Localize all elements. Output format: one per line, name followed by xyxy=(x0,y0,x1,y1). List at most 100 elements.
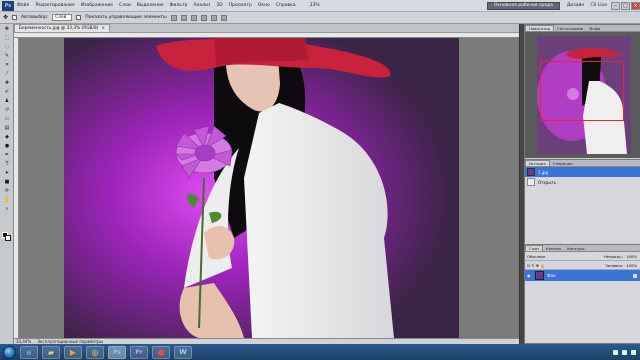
taskbar-chrome[interactable]: ◎ xyxy=(86,345,104,359)
tray-icon-volume[interactable] xyxy=(622,349,627,355)
system-tray xyxy=(613,349,636,355)
close-icon[interactable]: × xyxy=(631,1,640,10)
layers-tabs: Слои Каналы Контуры xyxy=(525,245,640,252)
quick-select-tool-icon[interactable]: ✎ xyxy=(2,52,12,60)
folder-icon: ▰ xyxy=(47,347,55,357)
type-tool-icon[interactable]: T xyxy=(2,160,12,168)
move-tool-icon[interactable]: ✥ xyxy=(3,14,8,21)
tab-info[interactable]: Инфо xyxy=(586,25,603,31)
windows-taskbar: e ▰ ▶ ◎ Ps Pr ● W xyxy=(0,344,640,360)
marquee-tool-icon[interactable]: ⬚ xyxy=(2,34,12,42)
zoom-tool-icon[interactable]: ⌕ xyxy=(2,205,12,213)
menu-filter[interactable]: Фильтр xyxy=(167,3,191,8)
crop-tool-icon[interactable]: ⌗ xyxy=(2,61,12,69)
minimize-icon[interactable]: – xyxy=(611,1,620,10)
eraser-tool-icon[interactable]: ▭ xyxy=(2,115,12,123)
taskbar-internet-explorer[interactable]: e xyxy=(20,345,38,359)
menu-layers[interactable]: Слои xyxy=(116,3,134,8)
lock-icons[interactable]: ⊡ ✎ ✥ 🔒 xyxy=(527,263,545,268)
maximize-icon[interactable]: □ xyxy=(621,1,630,10)
layer-row[interactable]: ◉ Фон xyxy=(525,270,640,281)
taskbar-photoshop[interactable]: Ps xyxy=(108,345,126,359)
eye-icon[interactable]: ◉ xyxy=(527,273,532,278)
taskbar-explorer[interactable]: ▰ xyxy=(42,345,60,359)
move-tool-icon[interactable]: ✥ xyxy=(2,25,12,33)
canvas-area[interactable] xyxy=(19,38,519,338)
internet-explorer-icon: e xyxy=(26,347,32,357)
blur-tool-icon[interactable]: ◆ xyxy=(2,133,12,141)
history-state[interactable]: Открыть xyxy=(525,177,640,187)
3d-rotate-tool-icon[interactable]: ⟳ xyxy=(2,187,12,195)
menu-file[interactable]: Файл xyxy=(14,3,32,8)
align-top-icon[interactable] xyxy=(170,14,177,21)
workspace-button[interactable]: Основная рабочая среда xyxy=(487,1,560,10)
fill-row: ⊡ ✎ ✥ 🔒 Заливка: 100% xyxy=(525,261,640,270)
fill-label: Заливка: xyxy=(605,262,624,268)
clone-stamp-tool-icon[interactable]: ♟ xyxy=(2,97,12,105)
taskbar-red-app[interactable]: ● xyxy=(152,345,170,359)
zoom-level-menu[interactable]: 33% xyxy=(307,3,323,8)
taskbar-word[interactable]: W xyxy=(174,345,192,359)
background-color-swatch[interactable] xyxy=(5,235,11,241)
navigator-tabs: Навигатор Гистограмма Инфо xyxy=(525,25,640,32)
eyedropper-tool-icon[interactable]: ⁄ xyxy=(2,70,12,78)
start-button[interactable] xyxy=(3,345,16,359)
menu-view[interactable]: Просмотр xyxy=(226,3,255,8)
tab-navigator[interactable]: Навигатор xyxy=(525,25,555,31)
media-player-icon: ▶ xyxy=(69,347,77,357)
navigator-view-box[interactable] xyxy=(540,61,624,121)
blend-mode-dropdown[interactable]: Обычные xyxy=(527,254,545,259)
document-tab[interactable]: Беременность.jpg @ 33,3% (RGB/8) × xyxy=(14,24,110,32)
tab-paths[interactable]: Контуры xyxy=(564,245,587,251)
cs-live-link[interactable]: CS Live xyxy=(590,3,607,8)
document-tab-title: Беременность.jpg @ 33,3% (RGB/8) xyxy=(19,26,99,31)
path-select-tool-icon[interactable]: ➤ xyxy=(2,169,12,177)
align-left-icon[interactable] xyxy=(200,14,207,21)
chrome-icon: ◎ xyxy=(91,347,99,357)
history-brush-tool-icon[interactable]: ↺ xyxy=(2,106,12,114)
align-center-icon[interactable] xyxy=(210,14,217,21)
history-snapshot[interactable]: 1.jpg xyxy=(525,167,640,177)
navigator-thumbnail[interactable] xyxy=(537,36,631,154)
tab-history[interactable]: История xyxy=(525,160,550,166)
align-middle-icon[interactable] xyxy=(180,14,187,21)
align-right-icon[interactable] xyxy=(220,14,227,21)
hand-tool-icon[interactable]: ✋ xyxy=(2,196,12,204)
brush-tool-icon[interactable]: ✐ xyxy=(2,88,12,96)
gradient-tool-icon[interactable]: ▤ xyxy=(2,124,12,132)
pen-tool-icon[interactable]: ✒ xyxy=(2,151,12,159)
tray-icon-network[interactable] xyxy=(613,349,618,355)
right-panel-dock: Навигатор Гистограмма Инфо 33,44% ▴ xyxy=(519,24,640,344)
lasso-tool-icon[interactable]: ◌ xyxy=(2,43,12,51)
menu-window[interactable]: Окно xyxy=(255,3,273,8)
taskbar-premiere[interactable]: Pr xyxy=(130,345,148,359)
history-snapshot-label: 1.jpg xyxy=(538,169,549,175)
navigator-preview xyxy=(525,32,640,158)
menu-edit[interactable]: Редактирование xyxy=(32,3,77,8)
auto-select-checkbox[interactable] xyxy=(12,15,18,20)
healing-brush-tool-icon[interactable]: ✚ xyxy=(2,79,12,87)
shape-tool-icon[interactable]: ■ xyxy=(2,178,12,186)
close-tab-icon[interactable]: × xyxy=(101,26,105,31)
fill-value[interactable]: 100% xyxy=(626,263,637,268)
document-tab-bar: Беременность.jpg @ 33,3% (RGB/8) × xyxy=(14,24,519,33)
menu-analysis[interactable]: Анализ xyxy=(190,3,213,8)
tab-channels[interactable]: Каналы xyxy=(543,245,564,251)
menu-select[interactable]: Выделение xyxy=(134,3,167,8)
menu-3d[interactable]: 3D xyxy=(213,3,225,8)
tray-icon-flag[interactable] xyxy=(631,349,636,355)
dodge-tool-icon[interactable]: ● xyxy=(2,142,12,150)
menu-help[interactable]: Справка xyxy=(273,3,299,8)
auto-select-dropdown[interactable]: Слой xyxy=(52,14,73,21)
tab-actions[interactable]: Операции xyxy=(550,160,576,166)
opacity-value[interactable]: 100% xyxy=(626,254,637,259)
design-workspace-link[interactable]: Дизайн xyxy=(567,3,584,8)
document-photo xyxy=(64,38,459,338)
show-controls-checkbox[interactable] xyxy=(76,15,82,20)
tab-layers[interactable]: Слои xyxy=(525,245,543,251)
align-bottom-icon[interactable] xyxy=(190,14,197,21)
tab-histogram[interactable]: Гистограмма xyxy=(554,25,586,31)
layer-name: Фон xyxy=(547,273,556,278)
taskbar-media-player[interactable]: ▶ xyxy=(64,345,82,359)
menu-image[interactable]: Изображение xyxy=(78,3,116,8)
